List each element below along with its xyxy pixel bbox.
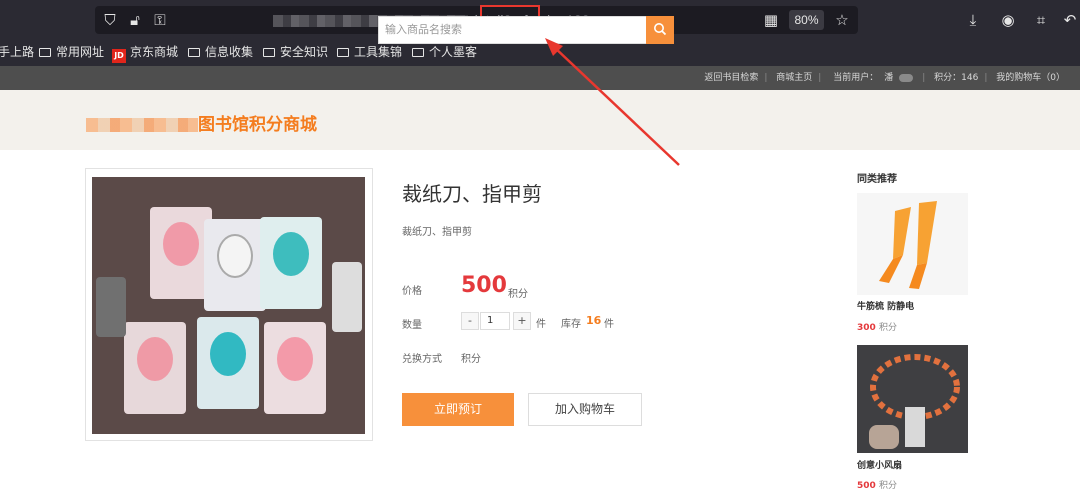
annotation-arrow: [545, 38, 680, 166]
